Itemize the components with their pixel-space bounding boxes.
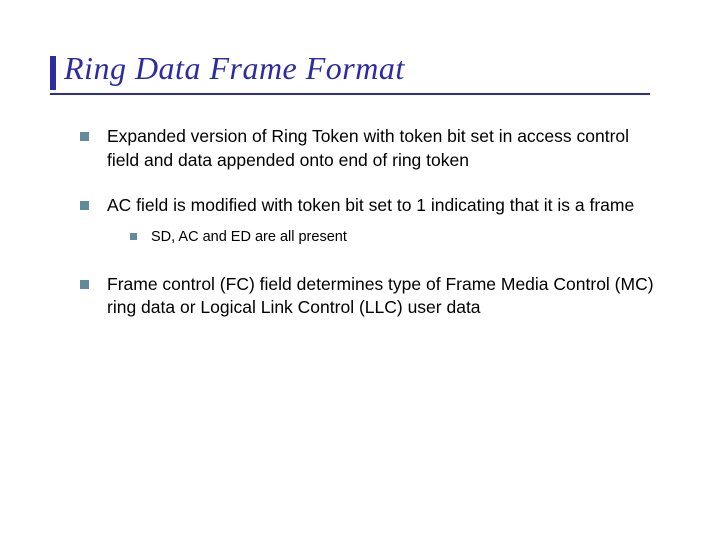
bullet-text: Frame control (FC) field determines type… [107, 273, 660, 320]
content-area: Expanded version of Ring Token with toke… [50, 125, 670, 320]
sub-bullet-item: SD, AC and ED are all present [130, 228, 660, 247]
bullet-item: Frame control (FC) field determines type… [80, 273, 660, 320]
square-bullet-icon [80, 280, 89, 289]
title-accent-bar [50, 56, 56, 90]
bullet-item: AC field is modified with token bit set … [80, 194, 660, 218]
bullet-group: AC field is modified with token bit set … [80, 194, 660, 246]
square-bullet-icon [80, 201, 89, 210]
slide-container: Ring Data Frame Format Expanded version … [0, 0, 720, 382]
bullet-text: Expanded version of Ring Token with toke… [107, 125, 660, 172]
slide-title: Ring Data Frame Format [50, 50, 670, 87]
bullet-item: Expanded version of Ring Token with toke… [80, 125, 660, 172]
square-bullet-icon [80, 132, 89, 141]
title-wrap: Ring Data Frame Format [50, 50, 670, 95]
title-underline [50, 93, 650, 95]
square-bullet-icon [130, 233, 137, 240]
bullet-text: AC field is modified with token bit set … [107, 194, 634, 218]
sub-bullet-text: SD, AC and ED are all present [151, 228, 347, 247]
